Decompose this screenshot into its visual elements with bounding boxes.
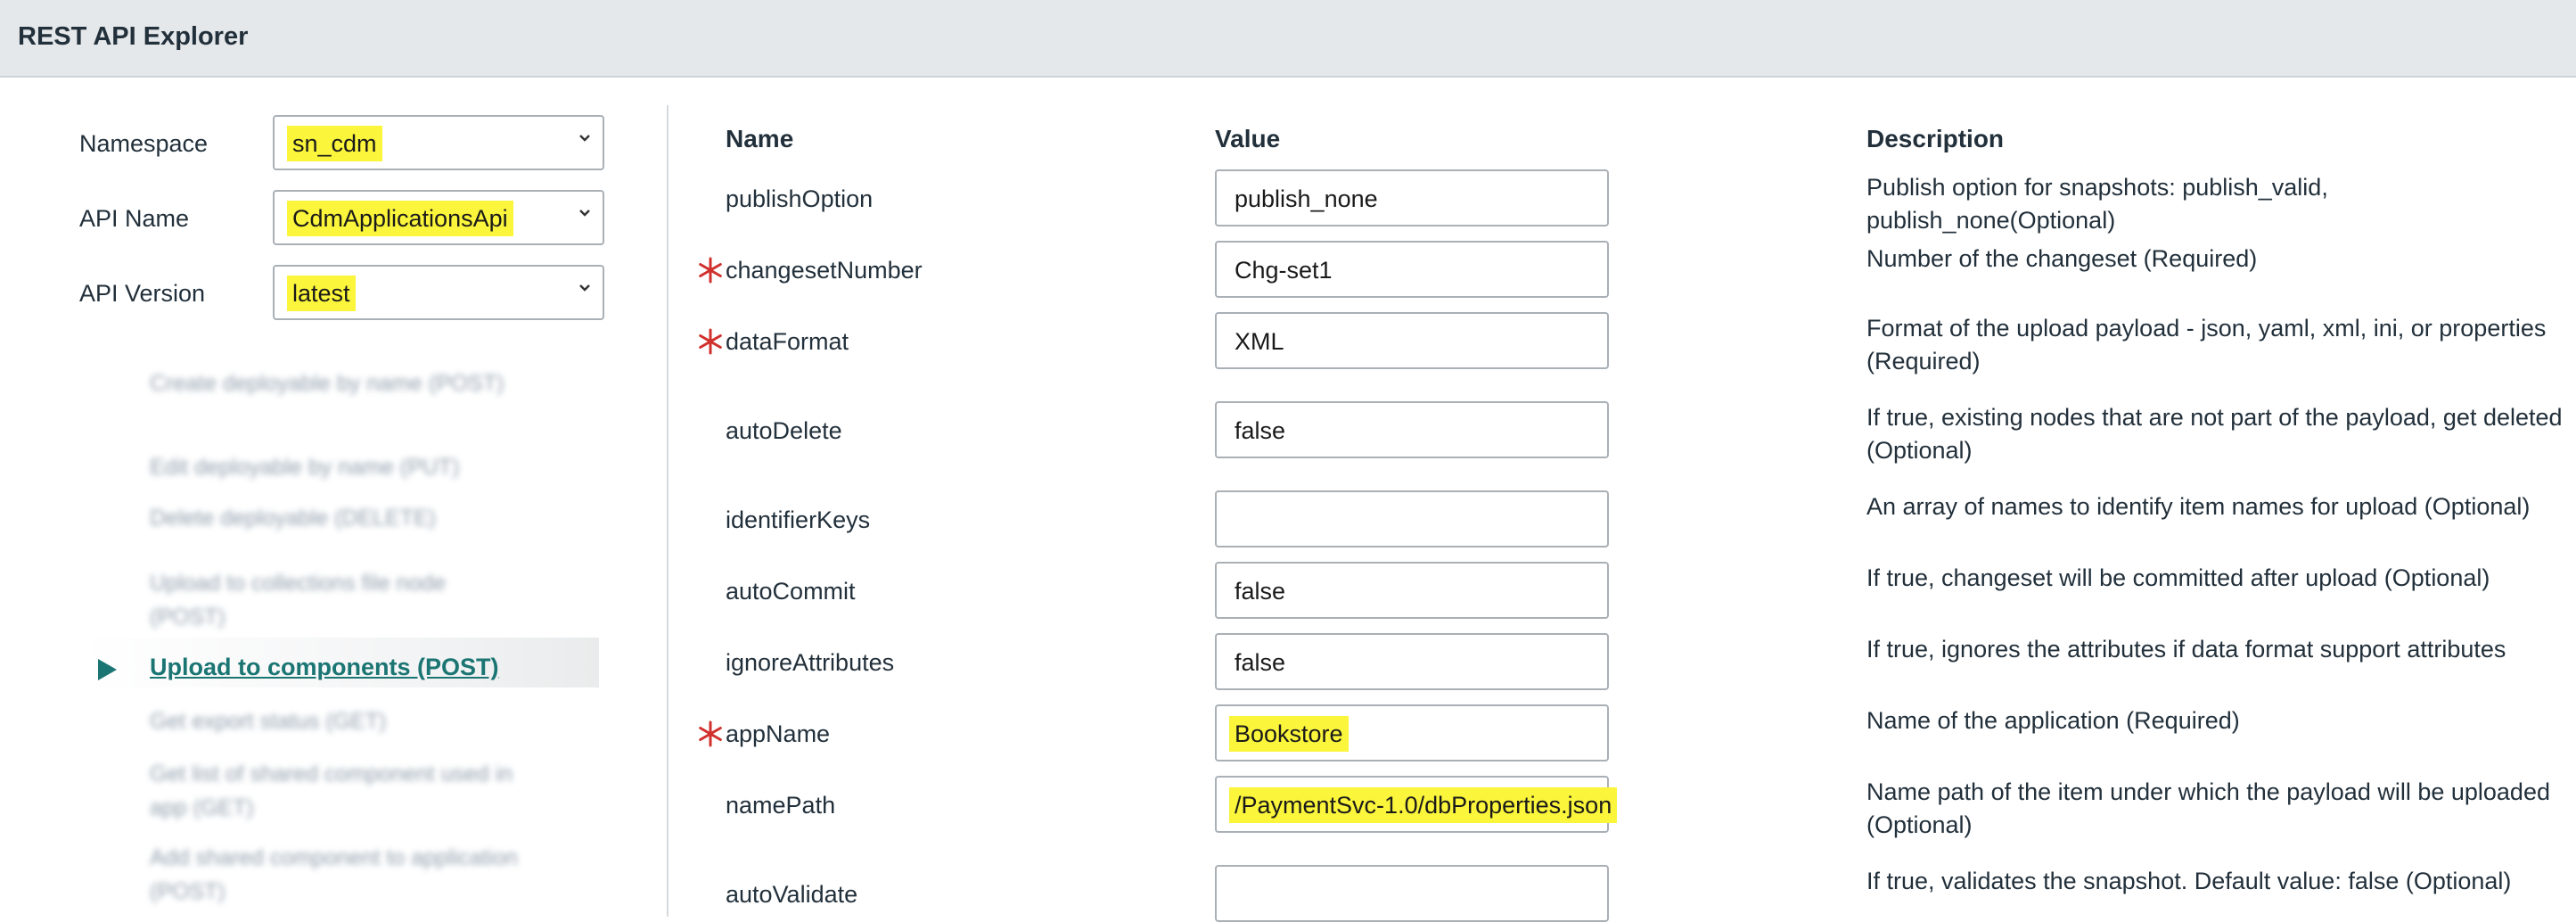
param-description: If true, validates the snapshot. Default… bbox=[1866, 868, 2512, 894]
param-name: identifierKeys bbox=[726, 506, 871, 533]
endpoint-link[interactable]: Edit deployable by name (PUT) bbox=[150, 450, 524, 484]
param-name: autoDelete bbox=[726, 417, 842, 444]
top-bar: REST API Explorer bbox=[0, 0, 2576, 78]
api-name-label: API Name bbox=[79, 205, 190, 232]
param-value-text bbox=[1229, 877, 1240, 912]
param-name: autoValidate bbox=[726, 881, 858, 908]
api-name-select[interactable]: CdmApplicationsApi bbox=[273, 190, 604, 245]
endpoint-link[interactable]: Add shared component to application (POS… bbox=[150, 841, 524, 909]
endpoint-link[interactable]: Delete deployable (DELETE) bbox=[150, 501, 524, 535]
asterisk-icon bbox=[699, 257, 722, 284]
param-name: autoCommit bbox=[726, 578, 856, 605]
param-value-text bbox=[1229, 502, 1240, 538]
panel-divider bbox=[667, 105, 669, 917]
play-arrow-icon bbox=[98, 659, 117, 680]
param-value-text: false bbox=[1235, 417, 1286, 444]
param-value-input[interactable]: false bbox=[1215, 562, 1609, 619]
column-header-description: Description bbox=[1866, 125, 2005, 152]
asterisk-icon bbox=[699, 720, 722, 747]
param-value-text: false bbox=[1235, 578, 1286, 605]
api-name-value: CdmApplicationsApi bbox=[287, 201, 513, 236]
param-value-text: Bookstore bbox=[1229, 716, 1349, 752]
param-value-text: Chg-set1 bbox=[1235, 257, 1333, 284]
param-description: If true, existing nodes that are not par… bbox=[1866, 404, 2563, 464]
api-version-label: API Version bbox=[79, 280, 206, 307]
namespace-value: sn_cdm bbox=[287, 126, 382, 161]
param-value-input[interactable]: XML bbox=[1215, 312, 1609, 369]
param-value-input[interactable]: Bookstore bbox=[1215, 704, 1609, 761]
param-value-input[interactable]: /PaymentSvc-1.0/dbProperties.json bbox=[1215, 776, 1618, 833]
param-value-text: XML bbox=[1235, 328, 1284, 355]
endpoint-link[interactable]: Get list of shared component used in app… bbox=[150, 757, 524, 825]
app-title: REST API Explorer bbox=[18, 22, 249, 51]
column-header-name: Name bbox=[726, 125, 794, 152]
param-description: Number of the changeset (Required) bbox=[1866, 245, 2258, 272]
param-description: Name of the application (Required) bbox=[1866, 707, 2240, 734]
param-value-input[interactable]: publish_none bbox=[1215, 169, 1609, 226]
param-name: publishOption bbox=[726, 185, 874, 212]
namespace-select[interactable]: sn_cdm bbox=[273, 115, 604, 170]
param-value-input[interactable] bbox=[1215, 490, 1609, 547]
param-value-text: /PaymentSvc-1.0/dbProperties.json bbox=[1229, 787, 1618, 823]
api-version-value: latest bbox=[287, 276, 356, 311]
param-name: namePath bbox=[726, 792, 836, 819]
param-description: If true, ignores the attributes if data … bbox=[1866, 636, 2506, 663]
endpoint-link[interactable]: Create deployable by name (POST) bbox=[150, 366, 524, 400]
endpoint-link[interactable]: Upload to collections file node (POST) bbox=[150, 566, 524, 634]
param-name: dataFormat bbox=[726, 328, 849, 355]
param-name: changesetNumber bbox=[726, 257, 923, 284]
param-value-text: publish_none bbox=[1235, 185, 1378, 212]
column-header-value: Value bbox=[1215, 125, 1281, 152]
param-description: Format of the upload payload - json, yam… bbox=[1866, 315, 2547, 375]
chevron-down-icon bbox=[579, 210, 590, 217]
param-description: Name path of the item under which the pa… bbox=[1866, 778, 2550, 838]
chevron-down-icon bbox=[579, 284, 590, 292]
api-version-select[interactable]: latest bbox=[273, 265, 604, 320]
param-description: Publish option for snapshots: publish_va… bbox=[1866, 174, 2328, 234]
param-description: An array of names to identify item names… bbox=[1866, 493, 2531, 520]
param-description: If true, changeset will be committed aft… bbox=[1866, 564, 2490, 591]
active-endpoint-link[interactable]: Upload to components (POST) bbox=[150, 654, 499, 681]
endpoint-link[interactable]: Get export status (GET) bbox=[150, 704, 524, 738]
param-name: ignoreAttributes bbox=[726, 649, 895, 676]
param-value-input[interactable]: Chg-set1 bbox=[1215, 241, 1609, 298]
param-value-input[interactable] bbox=[1215, 865, 1609, 922]
param-value-text: false bbox=[1235, 649, 1286, 676]
namespace-label: Namespace bbox=[79, 130, 209, 157]
asterisk-icon bbox=[699, 328, 722, 355]
chevron-down-icon bbox=[579, 135, 590, 142]
param-value-input[interactable]: false bbox=[1215, 401, 1609, 458]
param-value-input[interactable]: false bbox=[1215, 633, 1609, 690]
param-name: appName bbox=[726, 720, 831, 747]
